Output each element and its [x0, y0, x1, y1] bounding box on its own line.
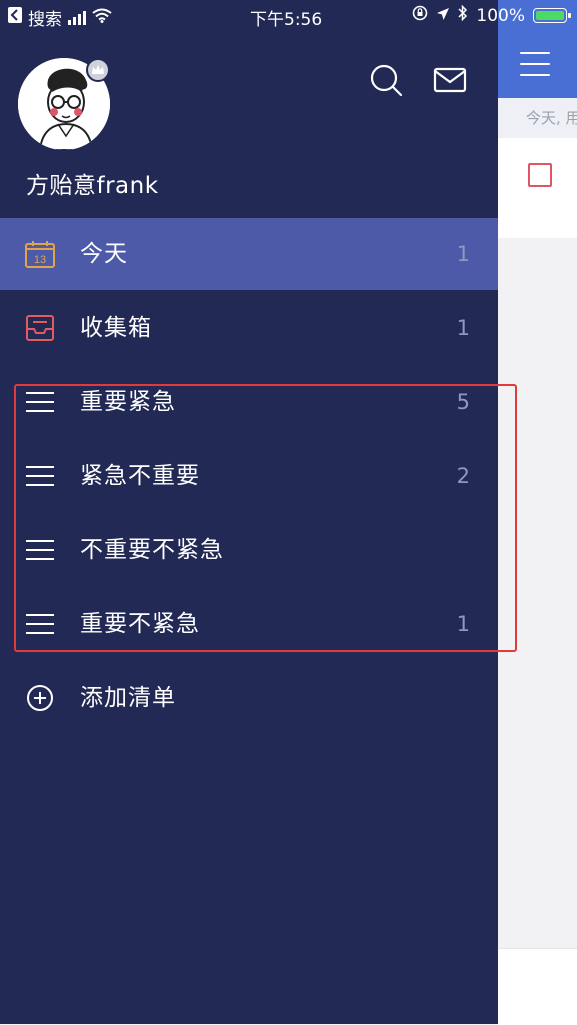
status-bar: 搜索 下午5:56 100%	[0, 0, 577, 34]
menu-item-inbox[interactable]: 收集箱 1	[0, 292, 498, 364]
add-circle-icon	[27, 685, 53, 711]
menu-item-label: 收集箱	[80, 315, 152, 341]
task-row[interactable]	[498, 138, 577, 238]
add-list-button[interactable]: 添加清单	[0, 662, 498, 734]
menu-item-today[interactable]: 13 今天 1	[0, 218, 498, 290]
status-time: 下午5:56	[250, 10, 323, 30]
calendar-icon: 13	[25, 241, 55, 268]
menu-item-label: 添加清单	[80, 685, 176, 711]
profile-name[interactable]: 方贻意frank	[26, 166, 159, 200]
wifi-icon	[92, 8, 112, 28]
menu-item-count: 1	[456, 242, 470, 266]
menu-item-count: 1	[456, 316, 470, 340]
mail-icon	[433, 67, 467, 93]
signal-icon	[68, 10, 86, 25]
battery-percent: 100%	[476, 5, 525, 26]
message-button[interactable]	[432, 62, 468, 98]
crown-badge-icon	[86, 58, 110, 82]
rotation-lock-icon	[412, 5, 428, 26]
task-checkbox[interactable]	[528, 163, 552, 187]
bluetooth-icon	[458, 4, 468, 26]
hamburger-menu-icon[interactable]	[520, 52, 550, 76]
search-button[interactable]	[368, 62, 404, 98]
menu-item-label: 今天	[80, 241, 128, 267]
calendar-day-text: 13	[34, 254, 46, 266]
back-arrow-icon[interactable]	[8, 7, 22, 28]
background-subheader: 今天, 用	[498, 98, 577, 138]
search-icon	[370, 64, 403, 97]
location-icon	[436, 6, 450, 26]
background-bottom-bar	[498, 948, 577, 1025]
highlight-annotation-box	[14, 384, 517, 652]
battery-icon	[533, 8, 571, 23]
back-to-app-label[interactable]: 搜索	[28, 5, 62, 30]
inbox-icon	[26, 315, 54, 341]
